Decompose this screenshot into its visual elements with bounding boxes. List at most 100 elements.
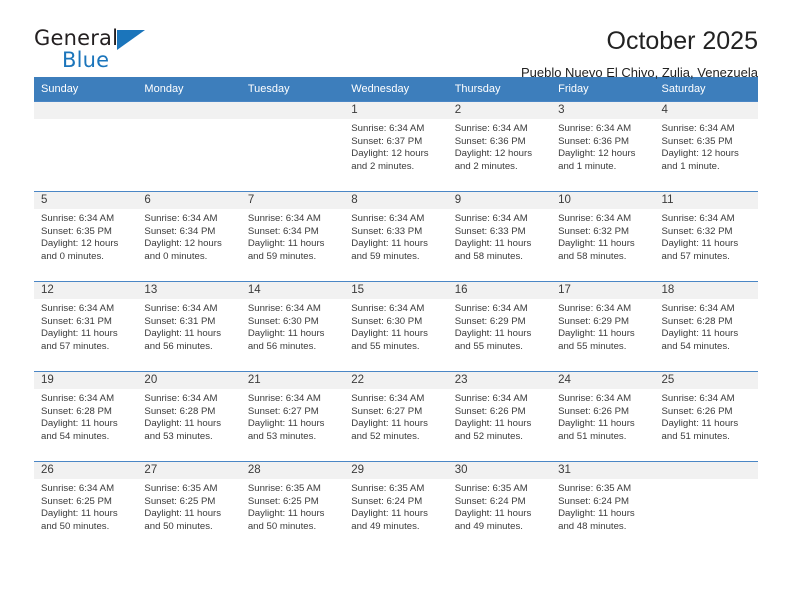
day-details: Sunrise: 6:35 AM Sunset: 6:25 PM Daylight:… bbox=[137, 479, 240, 533]
daylight-text-line2: and 51 minutes. bbox=[661, 430, 730, 442]
calendar-day-cell[interactable]: 21 Sunrise: 6:34 AM Sunset: 6:27 PM Dayligh… bbox=[240, 371, 345, 462]
daylight-text-line2: and 58 minutes. bbox=[454, 250, 523, 262]
daylight-text-line2: and 50 minutes. bbox=[144, 520, 213, 532]
day-details: Sunrise: 6:34 AM Sunset: 6:28 PM Daylight:… bbox=[655, 299, 758, 353]
daylight-text-line2: and 52 minutes. bbox=[351, 430, 420, 442]
calendar-day-cell[interactable]: 8 Sunrise: 6:34 AM Sunset: 6:33 PM Daylight… bbox=[344, 191, 448, 282]
daylight-text-line1: Daylight: 12 hours bbox=[558, 148, 636, 160]
calendar-day-cell[interactable]: 25 Sunrise: 6:34 AM Sunset: 6:26 PM Dayligh… bbox=[654, 371, 758, 462]
sunrise-text: Sunrise: 6:34 AM bbox=[351, 393, 425, 404]
calendar-day-cell[interactable]: 10 Sunrise: 6:34 AM Sunset: 6:32 PM Dayligh… bbox=[551, 191, 655, 282]
calendar-day-cell[interactable]: 6 Sunrise: 6:34 AM Sunset: 6:34 PM Daylight… bbox=[137, 191, 241, 282]
day-number: 3 bbox=[551, 102, 655, 119]
daylight-text-line1: Daylight: 11 hours bbox=[144, 328, 222, 340]
calendar-day-cell[interactable]: 3 Sunrise: 6:34 AM Sunset: 6:36 PM Daylight… bbox=[551, 101, 655, 192]
calendar-day-cell[interactable]: 20 Sunrise: 6:34 AM Sunset: 6:28 PM Dayligh… bbox=[137, 371, 241, 462]
daylight-text-line2: and 53 minutes. bbox=[144, 430, 213, 442]
sunset-text: Sunset: 6:25 PM bbox=[247, 495, 319, 507]
sunrise-text: Sunrise: 6:34 AM bbox=[558, 123, 632, 134]
daylight-text-line2: and 55 minutes. bbox=[558, 340, 627, 352]
daylight-text-line2: and 55 minutes. bbox=[454, 340, 523, 352]
calendar-day-cell[interactable]: 22 Sunrise: 6:34 AM Sunset: 6:27 PM Dayligh… bbox=[344, 371, 448, 462]
day-number: 11 bbox=[654, 192, 758, 209]
page-subtitle: Pueblo Nuevo El Chivo, Zulia, Venezuela bbox=[520, 65, 758, 80]
daylight-text-line1: Daylight: 11 hours bbox=[558, 418, 635, 430]
calendar-day-cell[interactable]: 23 Sunrise: 6:34 AM Sunset: 6:26 PM Dayligh… bbox=[447, 371, 552, 462]
daylight-text-line1: Daylight: 11 hours bbox=[41, 328, 118, 340]
sunrise-text: Sunrise: 6:34 AM bbox=[41, 393, 115, 404]
day-cell-inner bbox=[137, 102, 241, 191]
calendar-day-cell[interactable]: 16 Sunrise: 6:34 AM Sunset: 6:29 PM Dayligh… bbox=[447, 281, 552, 372]
sunset-text: Sunset: 6:28 PM bbox=[144, 405, 216, 417]
day-details: Sunrise: 6:34 AM Sunset: 6:30 PM Daylight:… bbox=[241, 299, 344, 353]
daylight-text-line2: and 0 minutes. bbox=[144, 250, 208, 262]
daylight-text-line2: and 56 minutes. bbox=[247, 340, 317, 352]
day-number: 8 bbox=[344, 192, 448, 209]
calendar-day-cell[interactable]: 17 Sunrise: 6:34 AM Sunset: 6:29 PM Dayligh… bbox=[551, 281, 655, 372]
day-cell-inner: 8 Sunrise: 6:34 AM Sunset: 6:33 PM Daylight… bbox=[344, 192, 448, 281]
day-details: Sunrise: 6:35 AM Sunset: 6:24 PM Daylight:… bbox=[448, 479, 551, 533]
day-number bbox=[34, 102, 138, 119]
calendar-week-row: 19 Sunrise: 6:34 AM Sunset: 6:28 PM Dayligh… bbox=[34, 371, 758, 462]
calendar-day-cell[interactable]: 14 Sunrise: 6:34 AM Sunset: 6:30 PM Dayligh… bbox=[240, 281, 345, 372]
calendar-day-cell[interactable]: 7 Sunrise: 6:34 AM Sunset: 6:34 PM Daylight… bbox=[240, 191, 345, 282]
calendar-week-row: 1 Sunrise: 6:34 AM Sunset: 6:37 PM Daylight… bbox=[34, 101, 758, 192]
day-number: 30 bbox=[447, 462, 552, 479]
calendar-day-cell[interactable]: 29 Sunrise: 6:35 AM Sunset: 6:24 PM Dayligh… bbox=[344, 461, 448, 551]
day-number: 12 bbox=[34, 282, 138, 299]
day-details: Sunrise: 6:34 AM Sunset: 6:28 PM Daylight:… bbox=[34, 389, 137, 443]
daylight-text-line1: Daylight: 11 hours bbox=[661, 418, 739, 430]
calendar-day-cell[interactable]: 24 Sunrise: 6:34 AM Sunset: 6:26 PM Dayligh… bbox=[551, 371, 655, 462]
calendar-day-cell[interactable]: 11 Sunrise: 6:34 AM Sunset: 6:32 PM Dayligh… bbox=[654, 191, 758, 282]
daylight-text-line1: Daylight: 11 hours bbox=[351, 418, 428, 430]
calendar-day-cell[interactable]: 30 Sunrise: 6:35 AM Sunset: 6:24 PM Dayligh… bbox=[447, 461, 552, 551]
calendar-day-cell[interactable]: 18 Sunrise: 6:34 AM Sunset: 6:28 PM Dayligh… bbox=[654, 281, 758, 372]
daylight-text-line1: Daylight: 11 hours bbox=[351, 508, 428, 520]
sunrise-text: Sunrise: 6:35 AM bbox=[558, 483, 632, 494]
day-number: 2 bbox=[447, 102, 552, 119]
daylight-text-line2: and 54 minutes. bbox=[41, 430, 110, 442]
calendar-day-cell[interactable]: 4 Sunrise: 6:34 AM Sunset: 6:35 PM Daylight… bbox=[654, 101, 758, 192]
sunrise-text: Sunrise: 6:34 AM bbox=[661, 123, 735, 134]
day-details: Sunrise: 6:34 AM Sunset: 6:36 PM Daylight:… bbox=[551, 119, 654, 173]
triangle-icon bbox=[117, 30, 145, 50]
day-cell-inner: 27 Sunrise: 6:35 AM Sunset: 6:25 PM Dayligh… bbox=[137, 462, 241, 551]
sunrise-text: Sunrise: 6:34 AM bbox=[661, 393, 735, 404]
calendar-day-cell[interactable]: 15 Sunrise: 6:34 AM Sunset: 6:30 PM Dayligh… bbox=[344, 281, 448, 372]
day-details: Sunrise: 6:34 AM Sunset: 6:31 PM Daylight:… bbox=[34, 299, 137, 353]
sunset-text: Sunset: 6:36 PM bbox=[558, 135, 630, 147]
day-cell-inner: 12 Sunrise: 6:34 AM Sunset: 6:31 PM Dayligh… bbox=[34, 282, 138, 371]
generalblue-logo[interactable]: General Blue bbox=[34, 26, 164, 80]
calendar-day-cell[interactable]: 28 Sunrise: 6:35 AM Sunset: 6:25 PM Dayligh… bbox=[240, 461, 345, 551]
daylight-text-line1: Daylight: 11 hours bbox=[558, 238, 635, 250]
daylight-text-line1: Daylight: 12 hours bbox=[144, 238, 222, 250]
calendar-day-cell[interactable]: 19 Sunrise: 6:34 AM Sunset: 6:28 PM Dayligh… bbox=[34, 371, 138, 462]
day-details: Sunrise: 6:34 AM Sunset: 6:32 PM Daylight:… bbox=[551, 209, 654, 263]
calendar-day-cell[interactable]: 2 Sunrise: 6:34 AM Sunset: 6:36 PM Daylight… bbox=[447, 101, 552, 192]
day-number: 24 bbox=[551, 372, 655, 389]
day-cell-inner: 10 Sunrise: 6:34 AM Sunset: 6:32 PM Dayligh… bbox=[551, 192, 655, 281]
calendar-day-cell[interactable]: 1 Sunrise: 6:34 AM Sunset: 6:37 PM Daylight… bbox=[344, 101, 448, 192]
day-cell-inner: 24 Sunrise: 6:34 AM Sunset: 6:26 PM Dayligh… bbox=[551, 372, 655, 461]
day-number: 6 bbox=[137, 192, 241, 209]
sunrise-text: Sunrise: 6:34 AM bbox=[351, 303, 425, 314]
daylight-text-line1: Daylight: 12 hours bbox=[454, 148, 533, 160]
daylight-text-line2: and 57 minutes. bbox=[661, 250, 730, 262]
daylight-text-line2: and 2 minutes. bbox=[454, 160, 518, 172]
calendar-day-cell[interactable]: 5 Sunrise: 6:34 AM Sunset: 6:35 PM Daylight… bbox=[34, 191, 138, 282]
day-cell-inner: 17 Sunrise: 6:34 AM Sunset: 6:29 PM Dayligh… bbox=[551, 282, 655, 371]
calendar-day-cell[interactable]: 12 Sunrise: 6:34 AM Sunset: 6:31 PM Dayligh… bbox=[34, 281, 138, 372]
day-number: 28 bbox=[240, 462, 345, 479]
day-number: 23 bbox=[447, 372, 552, 389]
calendar-day-cell[interactable]: 31 Sunrise: 6:35 AM Sunset: 6:24 PM Dayligh… bbox=[551, 461, 655, 551]
calendar-day-cell[interactable]: 13 Sunrise: 6:34 AM Sunset: 6:31 PM Dayligh… bbox=[137, 281, 241, 372]
day-details: Sunrise: 6:34 AM Sunset: 6:25 PM Daylight:… bbox=[34, 479, 137, 533]
sunset-text: Sunset: 6:31 PM bbox=[144, 315, 216, 327]
sunrise-text: Sunrise: 6:35 AM bbox=[144, 483, 218, 494]
day-cell-inner bbox=[654, 462, 758, 551]
calendar-day-cell[interactable]: 9 Sunrise: 6:34 AM Sunset: 6:33 PM Daylight… bbox=[447, 191, 552, 282]
day-number bbox=[654, 462, 758, 479]
day-cell-inner: 20 Sunrise: 6:34 AM Sunset: 6:28 PM Dayligh… bbox=[137, 372, 241, 461]
calendar-day-cell[interactable]: 27 Sunrise: 6:35 AM Sunset: 6:25 PM Dayligh… bbox=[137, 461, 241, 551]
calendar-day-cell[interactable]: 26 Sunrise: 6:34 AM Sunset: 6:25 PM Dayligh… bbox=[34, 461, 138, 551]
